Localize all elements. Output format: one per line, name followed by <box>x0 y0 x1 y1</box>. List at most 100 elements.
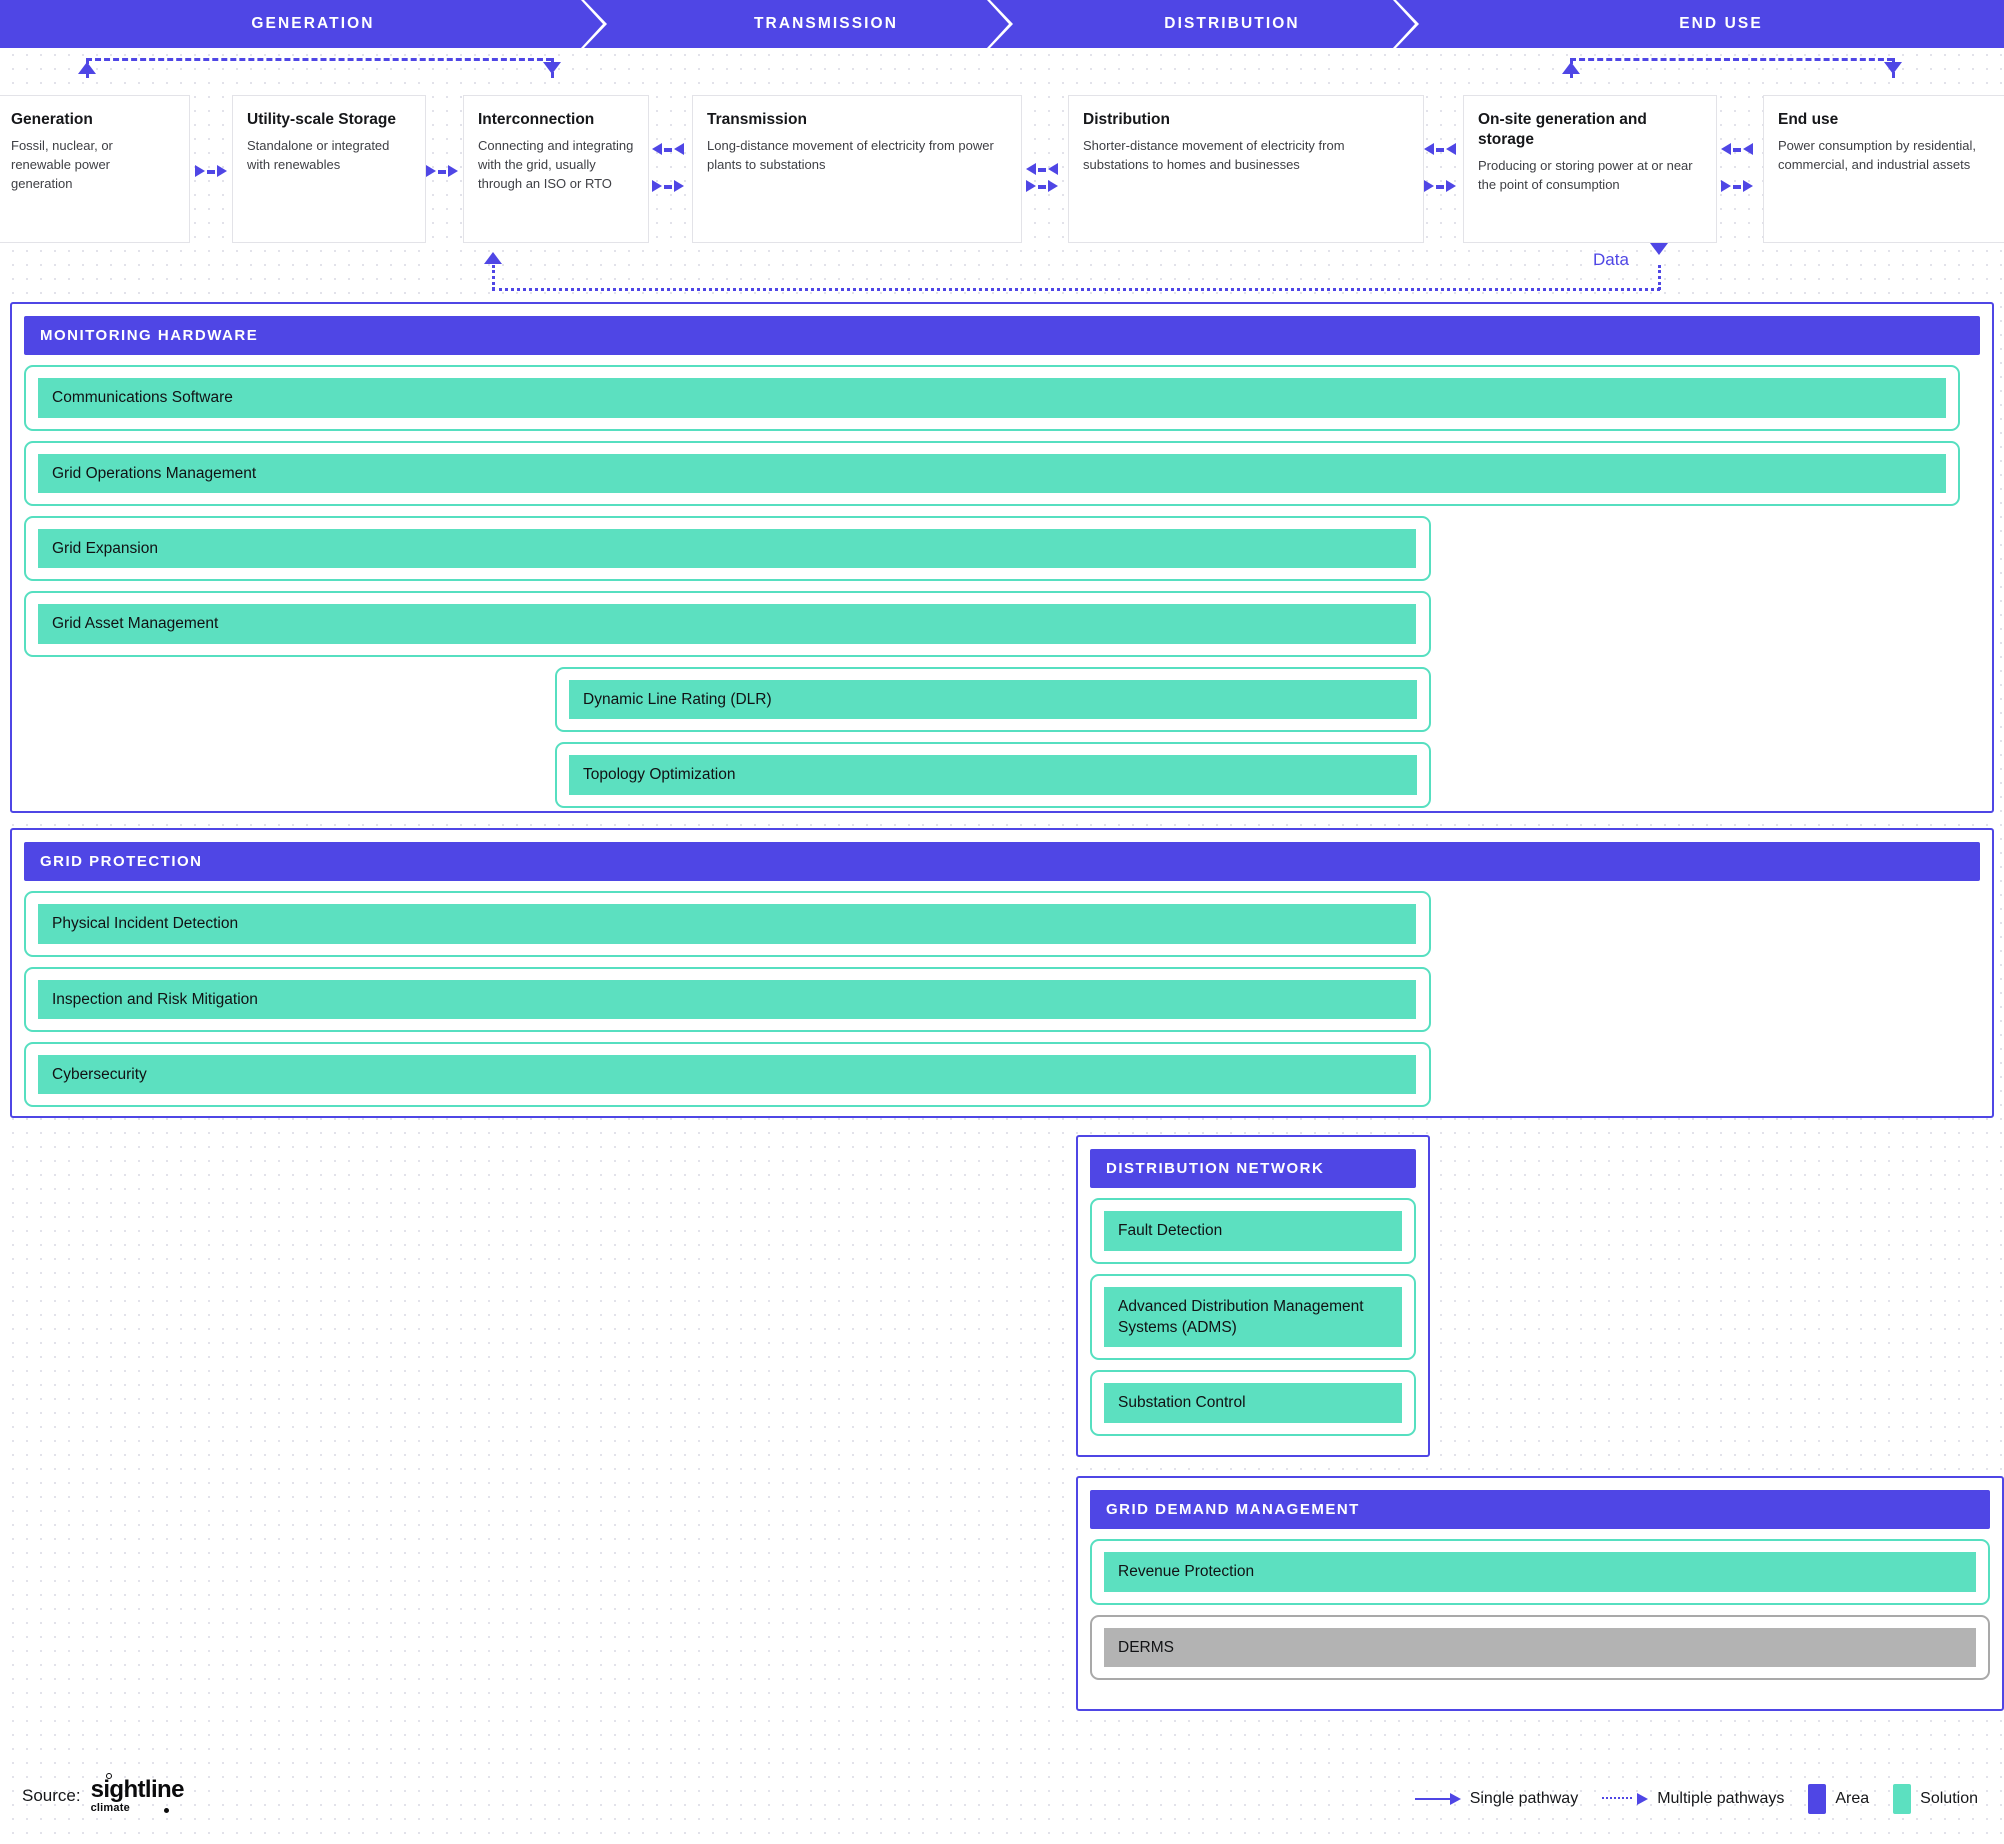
solution-row-grid-expansion[interactable]: Grid Expansion <box>24 516 1431 582</box>
area-panel-monitoring-hardware: MONITORING HARDWARE Communications Softw… <box>10 302 1994 813</box>
legend-item-solution: Solution <box>1893 1784 1978 1814</box>
arrow-right-icon <box>448 165 458 177</box>
card-description: Standalone or integrated with renewables <box>247 138 390 172</box>
dashed-connector-generation-interconnection <box>86 58 552 61</box>
solution-label: Inspection and Risk Mitigation <box>38 979 1416 1019</box>
dash-segment <box>664 184 672 189</box>
solution-label: Topology Optimization <box>569 755 1417 795</box>
solution-row-substation-control[interactable]: Substation Control <box>1090 1370 1416 1436</box>
data-flow-vertical-right <box>1658 265 1661 290</box>
solution-label: Dynamic Line Rating (DLR) <box>569 679 1417 720</box>
card-description: Power consumption by residential, commer… <box>1778 138 1976 172</box>
solution-label: Advanced Distribution Management Systems… <box>1104 1286 1402 1348</box>
solution-row-derms[interactable]: DERMS <box>1090 1614 1990 1680</box>
card-description: Long-distance movement of electricity fr… <box>707 138 994 172</box>
card-title: Generation <box>11 111 93 128</box>
card-title: Utility-scale Storage <box>247 111 397 128</box>
solution-row-adms[interactable]: Advanced Distribution Management Systems… <box>1090 1273 1416 1361</box>
phase-bar: GENERATION TRANSMISSION DISTRIBUTION END… <box>0 0 2004 48</box>
phase-distribution-label: DISTRIBUTION <box>1164 15 1300 32</box>
data-flow-vertical-left <box>492 265 495 290</box>
area-panel-distribution-network: DISTRIBUTION NETWORK Fault Detection Adv… <box>1076 1135 1430 1457</box>
area-title-grid-protection: GRID PROTECTION <box>24 842 1980 882</box>
data-flow-label: Data <box>1593 250 1629 269</box>
legend-item-area: Area <box>1808 1784 1869 1814</box>
arrow-up-icon <box>1562 62 1580 74</box>
source-label: Source: <box>22 1786 81 1805</box>
dash-segment <box>1038 184 1046 189</box>
phase-transmission-label: TRANSMISSION <box>753 15 899 32</box>
pathway-arrow-onsite-to-distribution <box>1424 143 1458 156</box>
arrow-left-icon <box>674 143 684 155</box>
solution-label: Revenue Protection <box>1104 1552 1976 1592</box>
pathway-arrow-generation-to-storage <box>195 165 229 178</box>
chevron-notch-icon <box>581 0 607 48</box>
solution-row-grid-asset-management[interactable]: Grid Asset Management <box>24 591 1431 657</box>
pathway-arrow-distribution-to-transmission <box>1026 163 1060 176</box>
solution-row-fault-detection[interactable]: Fault Detection <box>1090 1198 1416 1264</box>
arrow-right-icon <box>426 165 436 177</box>
phase-transmission: TRANSMISSION <box>620 0 1026 48</box>
dash-segment <box>1436 184 1444 189</box>
arrow-right-icon <box>217 165 227 177</box>
dash-segment <box>1038 167 1046 172</box>
solution-row-grid-operations-management[interactable]: Grid Operations Management <box>24 440 1960 506</box>
arrow-down-icon <box>543 62 561 74</box>
legend-label: Single pathway <box>1469 1790 1579 1807</box>
arrow-right-icon <box>1026 180 1036 192</box>
card-title: Interconnection <box>478 111 595 128</box>
value-chain-card-interconnection[interactable]: Interconnection Connecting and integrati… <box>463 95 649 243</box>
value-chain-card-generation[interactable]: Generation Fossil, nuclear, or renewable… <box>0 95 190 243</box>
logo-dot-icon <box>163 1808 169 1813</box>
value-chain-card-transmission[interactable]: Transmission Long-distance movement of e… <box>692 95 1022 243</box>
dash-segment <box>1733 147 1741 152</box>
area-title-grid-demand-management: GRID DEMAND MANAGEMENT <box>1090 1490 1990 1530</box>
arrow-right-icon <box>1424 180 1434 192</box>
solution-label: Substation Control <box>1104 1383 1402 1423</box>
solution-row-cybersecurity[interactable]: Cybersecurity <box>24 1042 1431 1108</box>
solution-row-physical-incident-detection[interactable]: Physical Incident Detection <box>24 891 1431 957</box>
arrow-left-icon <box>652 143 662 155</box>
pathway-arrow-distribution-to-onsite <box>1424 180 1458 193</box>
dash-segment <box>664 147 672 152</box>
dash-segment <box>1733 184 1741 189</box>
logo-subword: climate <box>90 1802 130 1814</box>
pathway-arrow-transmission-to-distribution <box>1026 180 1060 193</box>
phase-end-use-label: END USE <box>1679 15 1763 32</box>
legend-label: Solution <box>1920 1790 1978 1807</box>
solution-row-inspection-and-risk-mitigation[interactable]: Inspection and Risk Mitigation <box>24 966 1431 1032</box>
value-chain-card-end-use[interactable]: End use Power consumption by residential… <box>1763 95 2004 243</box>
phase-generation-label: GENERATION <box>251 15 375 32</box>
chevron-notch-icon <box>987 0 1013 48</box>
multiple-pathways-arrow-icon <box>1602 1793 1649 1805</box>
area-panel-grid-demand-management: GRID DEMAND MANAGEMENT Revenue Protectio… <box>1076 1476 2004 1711</box>
phase-generation: GENERATION <box>0 0 620 48</box>
arrow-left-icon <box>1721 143 1731 155</box>
legend-label: Area <box>1835 1790 1870 1807</box>
arrow-right-icon <box>1446 180 1456 192</box>
solution-row-dynamic-line-rating[interactable]: Dynamic Line Rating (DLR) <box>555 666 1431 733</box>
legend-label: Multiple pathways <box>1657 1790 1785 1807</box>
solution-swatch-icon <box>1893 1784 1912 1814</box>
value-chain-card-utility-scale-storage[interactable]: Utility-scale Storage Standalone or inte… <box>232 95 426 243</box>
solution-row-communications-software[interactable]: Communications Software <box>24 365 1960 431</box>
arrow-right-icon <box>1743 180 1753 192</box>
value-chain-card-distribution[interactable]: Distribution Shorter-distance movement o… <box>1068 95 1424 243</box>
solution-row-revenue-protection[interactable]: Revenue Protection <box>1090 1539 1990 1605</box>
card-title: End use <box>1778 111 1839 128</box>
arrow-down-icon <box>1650 243 1668 255</box>
data-flow-horizontal <box>492 288 1660 291</box>
value-chain-card-onsite-generation-and-storage[interactable]: On-site generation and storage Producing… <box>1463 95 1717 243</box>
solution-label: DERMS <box>1104 1627 1976 1667</box>
area-title-monitoring-hardware: MONITORING HARDWARE <box>24 316 1980 356</box>
pathway-arrow-transmission-to-interconnection <box>652 143 686 156</box>
arrow-right-icon <box>195 165 205 177</box>
logo-circle-icon <box>105 1773 112 1779</box>
dash-segment <box>438 169 446 174</box>
solution-row-topology-optimization[interactable]: Topology Optimization <box>555 742 1431 808</box>
pathway-arrow-interconnection-to-transmission <box>652 180 686 193</box>
area-panel-grid-protection: GRID PROTECTION Physical Incident Detect… <box>10 828 1994 1118</box>
card-description: Fossil, nuclear, or renewable power gene… <box>11 138 113 191</box>
pathway-arrow-enduse-to-onsite <box>1721 143 1755 156</box>
card-title: Transmission <box>707 111 807 128</box>
